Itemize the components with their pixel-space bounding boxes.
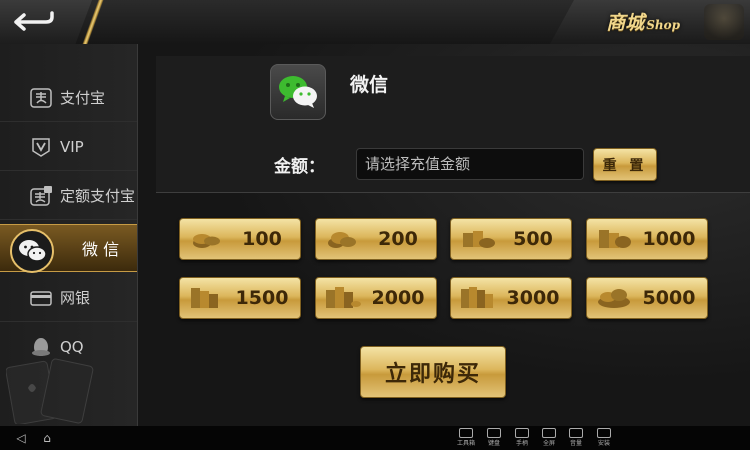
sidebar-item-label: 支付宝 (60, 89, 106, 107)
sidebar-item-label: VIP (60, 137, 84, 156)
coin-stack-icon (461, 287, 493, 308)
sidebar-item-alipay[interactable]: 支付宝 (0, 74, 137, 122)
back-button[interactable] (6, 6, 62, 38)
wechat-logo (270, 64, 326, 120)
amount-button-100[interactable]: 100 (179, 218, 301, 260)
volume-icon (569, 428, 583, 438)
sidebar-item-bank[interactable]: 网银 (0, 274, 137, 322)
nav-home-icon[interactable]: ⌂ (40, 431, 54, 445)
amount-button-5000[interactable]: 5000 (586, 277, 708, 319)
top-bar: 商城 Shop (0, 0, 750, 45)
coin-stack-icon (326, 287, 361, 308)
card-deco-icon (704, 4, 744, 40)
amount-button-1000[interactable]: 1000 (586, 218, 708, 260)
amount-label: 金额： (274, 157, 325, 177)
sidebar-item-label: 定额支付宝 (60, 187, 136, 205)
coin-stack-icon (193, 234, 220, 248)
sidebar-item-label: 微 信 (82, 240, 120, 259)
qq-icon (32, 338, 50, 356)
nav-gamepad[interactable]: 手柄 (508, 428, 536, 450)
playing-cards-icon (6, 358, 94, 424)
toolbox-icon (459, 428, 473, 438)
wechat-icon (10, 229, 54, 273)
keyboard-icon (487, 428, 501, 438)
gamepad-icon (515, 428, 529, 438)
amount-button-500[interactable]: 500 (450, 218, 572, 260)
sidebar-item-vip[interactable]: VIP (0, 123, 137, 171)
fullscreen-icon (542, 428, 556, 438)
sidebar-item-label: 网银 (60, 289, 91, 307)
nav-toolbox[interactable]: 工具箱 (452, 428, 480, 450)
back-arrow-icon (14, 11, 54, 31)
alipay-icon (30, 88, 52, 108)
coin-stack-icon (598, 289, 630, 308)
bank-card-icon (30, 291, 52, 306)
buy-now-button[interactable]: 立即购买 (360, 346, 506, 398)
coin-stack-icon (463, 231, 495, 248)
coin-stack-icon (328, 232, 356, 248)
amount-button-1500[interactable]: 1500 (179, 277, 301, 319)
nav-volume[interactable]: 音量 (562, 428, 590, 450)
install-icon (597, 428, 611, 438)
sidebar-item-label: QQ (60, 338, 84, 356)
nav-install[interactable]: 安装 (590, 428, 618, 450)
nav-keyboard[interactable]: 键盘 (480, 428, 508, 450)
alipay-fixed-icon (30, 186, 52, 206)
payment-method-title: 微信 (350, 74, 389, 96)
gold-divider (78, 0, 108, 44)
vip-icon (32, 138, 50, 157)
amount-button-2000[interactable]: 2000 (315, 277, 437, 319)
wechat-icon (279, 76, 317, 108)
nav-back-icon[interactable]: ◁ (14, 431, 28, 445)
sidebar-item-wechat[interactable]: 微 信 (0, 224, 137, 273)
coin-stack-icon (191, 288, 218, 308)
amount-button-3000[interactable]: 3000 (450, 277, 572, 319)
sidebar-item-alipay-fixed[interactable]: 定额支付宝 (0, 172, 137, 220)
shop-title: 商城 Shop (606, 12, 680, 34)
system-nav-bar: ◁ ⌂ 工具箱 键盘 手柄 全屏 音量 安装 (0, 426, 750, 450)
amount-button-200[interactable]: 200 (315, 218, 437, 260)
amount-input[interactable] (356, 148, 584, 180)
reset-button[interactable]: 重 置 (593, 148, 657, 181)
coin-stack-icon (599, 230, 631, 248)
nav-fullscreen[interactable]: 全屏 (535, 428, 563, 450)
